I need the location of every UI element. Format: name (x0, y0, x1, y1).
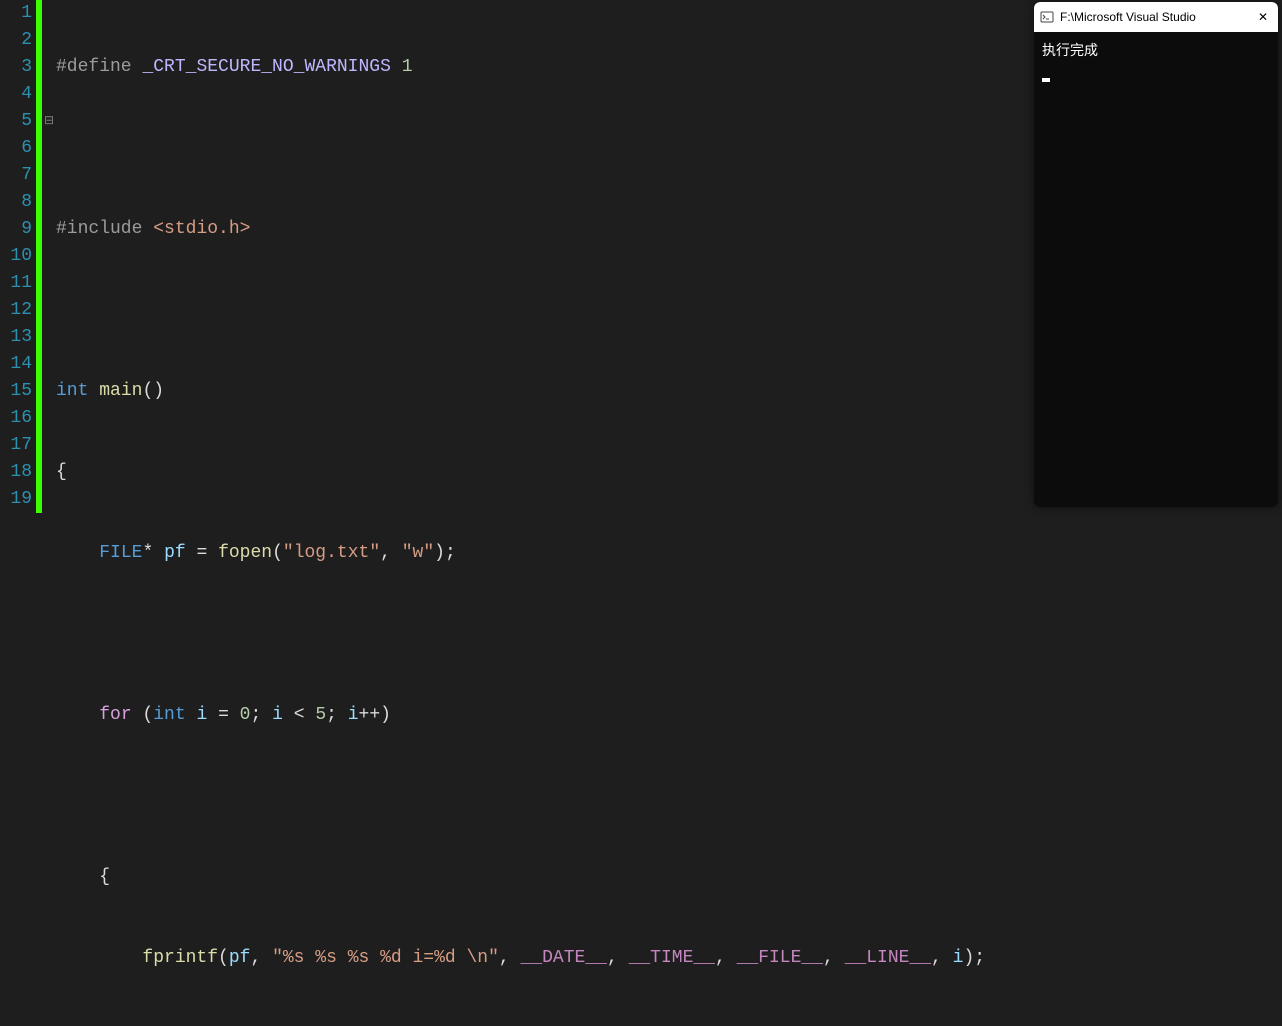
comma: , (499, 948, 521, 968)
terminal-cursor (1042, 78, 1050, 82)
line-number[interactable]: 12 (0, 297, 32, 324)
fold-toggle-icon[interactable]: ⊟ (42, 108, 56, 135)
star: * (142, 543, 153, 563)
variable: pf (229, 948, 251, 968)
semi: ; (326, 705, 348, 725)
comma: , (607, 948, 629, 968)
line-number[interactable]: 14 (0, 351, 32, 378)
paren-close: ); (434, 543, 456, 563)
space (186, 705, 197, 725)
line-number[interactable]: 19 (0, 486, 32, 513)
terminal-title-bar[interactable]: F:\Microsoft Visual Studio ✕ (1034, 2, 1278, 32)
function-call: fopen (218, 543, 272, 563)
number-literal: 5 (315, 705, 326, 725)
comma: , (931, 948, 953, 968)
builtin-macro: __FILE__ (737, 948, 823, 968)
line-number[interactable]: 13 (0, 324, 32, 351)
paren-open: ( (272, 543, 283, 563)
number-literal: 1 (402, 57, 413, 77)
variable: pf (164, 543, 186, 563)
paren-open: ( (132, 705, 154, 725)
comma: , (823, 948, 845, 968)
inc-op: ++ (359, 705, 381, 725)
paren-close: ); (963, 948, 985, 968)
brace-open: { (99, 867, 110, 887)
variable: i (348, 705, 359, 725)
indent (56, 867, 99, 887)
line-number[interactable]: 5 (0, 108, 32, 135)
string-literal: "%s %s %s %d i=%d \n" (272, 948, 499, 968)
type-keyword: int (153, 705, 185, 725)
indent (56, 543, 99, 563)
parens: () (142, 381, 164, 401)
function-name: main (99, 381, 142, 401)
terminal-output-line: 执行完成 (1042, 40, 1270, 60)
line-number[interactable]: 18 (0, 459, 32, 486)
function-call: fprintf (142, 948, 218, 968)
angle-open: < (153, 219, 164, 239)
string-literal: "log.txt" (283, 543, 380, 563)
line-number[interactable]: 7 (0, 162, 32, 189)
preproc-define: #define (56, 57, 132, 77)
assign: = (207, 705, 239, 725)
lt-op: < (283, 705, 315, 725)
line-number[interactable]: 1 (0, 0, 32, 27)
builtin-macro: __LINE__ (845, 948, 931, 968)
terminal-window: F:\Microsoft Visual Studio ✕ 执行完成 (1034, 2, 1278, 507)
line-number[interactable]: 16 (0, 405, 32, 432)
line-number[interactable]: 11 (0, 270, 32, 297)
builtin-macro: __DATE__ (521, 948, 607, 968)
comma: , (380, 543, 402, 563)
comma: , (250, 948, 272, 968)
semi: ; (250, 705, 272, 725)
line-number[interactable]: 10 (0, 243, 32, 270)
preproc-include: #include (56, 219, 142, 239)
builtin-macro: __TIME__ (629, 948, 715, 968)
line-number[interactable]: 8 (0, 189, 32, 216)
variable: i (953, 948, 964, 968)
type-keyword: FILE (99, 543, 142, 563)
indent (56, 705, 99, 725)
line-number[interactable]: 2 (0, 27, 32, 54)
macro-name: _CRT_SECURE_NO_WARNINGS (142, 57, 390, 77)
indent (56, 948, 142, 968)
variable: i (272, 705, 283, 725)
string-literal: "w" (402, 543, 434, 563)
fold-column: ⊟ (42, 0, 56, 513)
terminal-title: F:\Microsoft Visual Studio (1060, 10, 1248, 24)
terminal-icon (1040, 10, 1054, 24)
close-icon[interactable]: ✕ (1254, 10, 1272, 24)
line-number[interactable]: 6 (0, 135, 32, 162)
angle-close: > (240, 219, 251, 239)
terminal-body[interactable]: 执行完成 (1034, 32, 1278, 507)
for-keyword: for (99, 705, 131, 725)
assign: = (186, 543, 218, 563)
type-keyword: int (56, 381, 88, 401)
line-number-gutter: 1 2 3 4 5 6 7 8 9 10 11 12 13 14 15 16 1… (0, 0, 36, 513)
line-number[interactable]: 3 (0, 54, 32, 81)
line-number[interactable]: 17 (0, 432, 32, 459)
line-number[interactable]: 15 (0, 378, 32, 405)
paren-close: ) (380, 705, 391, 725)
brace-open: { (56, 462, 67, 482)
line-number[interactable]: 9 (0, 216, 32, 243)
variable: i (196, 705, 207, 725)
line-number[interactable]: 4 (0, 81, 32, 108)
number-literal: 0 (240, 705, 251, 725)
include-path: stdio.h (164, 219, 240, 239)
paren-open: ( (218, 948, 229, 968)
comma: , (715, 948, 737, 968)
